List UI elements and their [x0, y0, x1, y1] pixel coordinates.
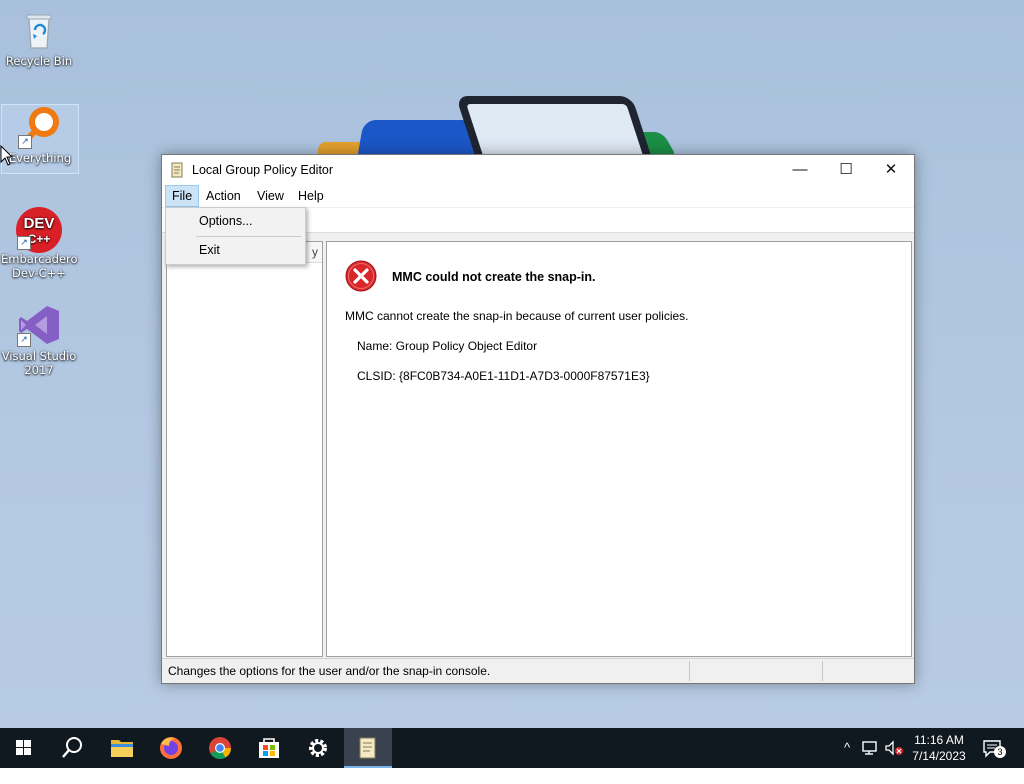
clock-date: 7/14/2023	[912, 749, 966, 763]
chrome-icon	[209, 737, 231, 759]
taskbar-group-policy-editor[interactable]	[344, 728, 392, 768]
search-button[interactable]	[48, 728, 96, 768]
window-title: Local Group Policy Editor	[192, 163, 334, 177]
error-message: MMC cannot create the snap-in because of…	[345, 309, 689, 323]
menu-bar: File Action View Help	[162, 185, 914, 208]
visual-studio-icon: ↗	[17, 303, 61, 347]
menu-action[interactable]: Action	[200, 185, 247, 207]
status-separator	[822, 661, 823, 681]
menu-help[interactable]: Help	[292, 185, 330, 207]
desktop-icon-visual-studio[interactable]: ↗ Visual Studio 2017	[1, 303, 77, 377]
menu-item-options[interactable]: Options...	[199, 214, 253, 228]
everything-search-icon: ↗	[18, 105, 62, 149]
taskbar-store[interactable]	[245, 728, 293, 768]
content-pane: MMC could not create the snap-in. MMC ca…	[326, 241, 912, 657]
status-text: Changes the options for the user and/or …	[168, 664, 491, 678]
network-icon[interactable]	[861, 740, 879, 756]
shortcut-arrow-icon: ↗	[17, 333, 31, 347]
recycle-bin-icon	[17, 8, 61, 52]
firefox-icon	[160, 737, 182, 759]
windows-logo-icon	[16, 740, 31, 755]
tray-overflow-chevron[interactable]: ^	[839, 728, 855, 768]
shortcut-arrow-icon: ↗	[18, 135, 32, 149]
minimize-button[interactable]: —	[777, 155, 823, 185]
error-snapin-name: Name: Group Policy Object Editor	[357, 339, 538, 353]
taskbar-settings[interactable]	[294, 728, 342, 768]
search-icon	[62, 737, 82, 758]
error-title: MMC could not create the snap-in.	[392, 270, 596, 284]
policy-document-icon	[171, 162, 183, 178]
taskbar-firefox[interactable]	[147, 728, 195, 768]
gear-icon	[309, 739, 327, 757]
taskbar: ^ 11:16 AM 7/14/2023 3	[0, 728, 1024, 768]
error-clsid: CLSID: {8FC0B734-A0E1-11D1-A7D3-0000F875…	[357, 369, 650, 383]
menu-separator	[196, 236, 302, 237]
svg-text:DEV: DEV	[24, 215, 55, 232]
desktop-icon-recycle-bin[interactable]: Recycle Bin	[1, 8, 77, 68]
mouse-cursor-icon	[0, 145, 14, 166]
desktop-icon-label: Embarcadero Dev-C++	[1, 252, 78, 280]
taskbar-chrome[interactable]	[196, 728, 244, 768]
policy-document-icon	[359, 737, 376, 759]
volume-muted-icon[interactable]	[884, 740, 904, 756]
shortcut-arrow-icon: ↗	[17, 236, 31, 250]
tree-header-text: y	[312, 245, 318, 259]
menu-file[interactable]: File	[165, 185, 200, 207]
menu-item-exit[interactable]: Exit	[199, 243, 220, 257]
store-icon	[259, 738, 279, 758]
desktop-icon-label: Visual Studio 2017	[1, 349, 77, 377]
taskbar-clock[interactable]: 11:16 AM 7/14/2023	[906, 732, 972, 764]
file-dropdown-menu: Options... Exit	[165, 207, 306, 265]
notification-center-button[interactable]: 3	[980, 728, 1006, 768]
menu-view[interactable]: View	[251, 185, 290, 207]
title-bar[interactable]: Local Group Policy Editor — ☐ ✕	[162, 155, 914, 185]
close-button[interactable]: ✕	[868, 155, 914, 185]
maximize-button[interactable]: ☐	[823, 155, 869, 185]
clock-time: 11:16 AM	[914, 733, 964, 747]
devcpp-icon: DEV C++ ↗	[16, 206, 62, 253]
notification-count-badge: 3	[994, 746, 1006, 758]
svg-text:C++: C++	[28, 232, 51, 246]
taskbar-file-explorer[interactable]	[98, 728, 146, 768]
start-button[interactable]	[0, 728, 48, 768]
tree-pane[interactable]: y	[166, 241, 323, 657]
status-separator	[689, 661, 690, 681]
error-icon	[345, 260, 377, 292]
desktop-icon-label: Recycle Bin	[5, 54, 73, 68]
desktop-icon-devcpp[interactable]: DEV C++ ↗ Embarcadero Dev-C++	[1, 206, 78, 280]
status-bar: Changes the options for the user and/or …	[162, 658, 914, 683]
folder-icon	[111, 740, 133, 757]
